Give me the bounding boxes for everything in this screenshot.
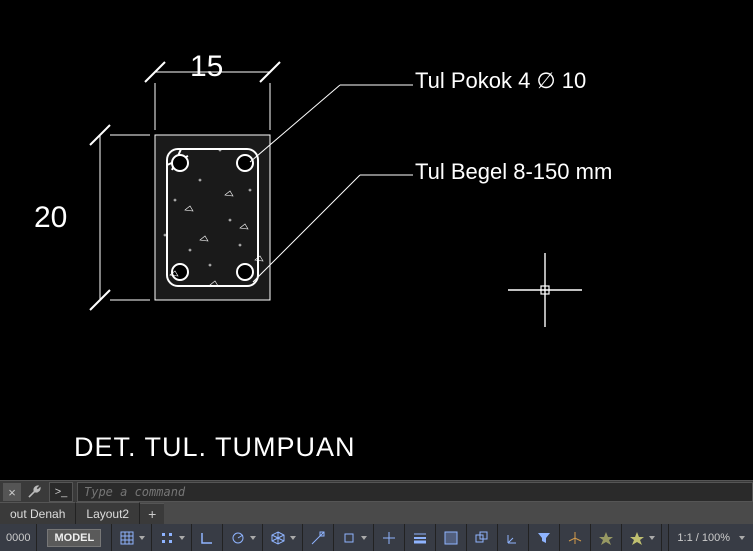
close-icon[interactable]: ×: [3, 483, 21, 501]
zoom-scale-label: 1:1 / 100%: [677, 532, 730, 544]
transparency-toggle-icon[interactable]: [436, 524, 467, 551]
annotation-visibility-icon[interactable]: [622, 524, 662, 551]
command-prompt-icon[interactable]: >_: [49, 482, 73, 502]
tab-layout-denah[interactable]: out Denah: [0, 502, 76, 524]
ortho-toggle-icon[interactable]: [192, 524, 223, 551]
annotation-tul-begel: Tul Begel 8-150 mm: [415, 159, 612, 185]
drawing-title: DET. TUL. TUMPUAN: [74, 432, 356, 463]
add-layout-tab[interactable]: +: [140, 503, 164, 524]
layout-tabs: out Denah Layout2 +: [0, 502, 753, 524]
status-bar: 0000 MODEL 1:1 / 100%: [0, 524, 753, 551]
osnap3d-toggle-icon[interactable]: [334, 524, 374, 551]
snap-toggle-icon[interactable]: [152, 524, 192, 551]
command-bar: × >_: [0, 480, 753, 503]
osnap-toggle-icon[interactable]: [303, 524, 334, 551]
drawing-canvas[interactable]: 15 20 Tul Pokok 4 ∅ 10 Tul Begel 8-150 m…: [0, 0, 753, 480]
isodraft-toggle-icon[interactable]: [263, 524, 303, 551]
dynamic-ucs-icon[interactable]: [498, 524, 529, 551]
model-label: MODEL: [47, 529, 101, 547]
dimension-width: 15: [190, 50, 223, 84]
status-coords[interactable]: 0000: [0, 524, 37, 551]
grid-toggle-icon[interactable]: [112, 524, 152, 551]
selcycle-toggle-icon[interactable]: [467, 524, 498, 551]
customize-icon[interactable]: [25, 483, 43, 501]
zoom-scale[interactable]: 1:1 / 100%: [668, 524, 753, 551]
tab-layout2[interactable]: Layout2: [76, 502, 140, 524]
annotation-tul-pokok: Tul Pokok 4 ∅ 10: [415, 68, 586, 94]
model-paper-toggle[interactable]: MODEL: [37, 524, 112, 551]
gizmo-icon[interactable]: [560, 524, 591, 551]
lineweight-toggle-icon[interactable]: [405, 524, 436, 551]
selection-filter-icon[interactable]: [529, 524, 560, 551]
command-input[interactable]: [77, 482, 753, 502]
annotation-scale-icon[interactable]: [591, 524, 622, 551]
polar-toggle-icon[interactable]: [223, 524, 263, 551]
dimension-height: 20: [34, 201, 67, 235]
otrack-toggle-icon[interactable]: [374, 524, 405, 551]
